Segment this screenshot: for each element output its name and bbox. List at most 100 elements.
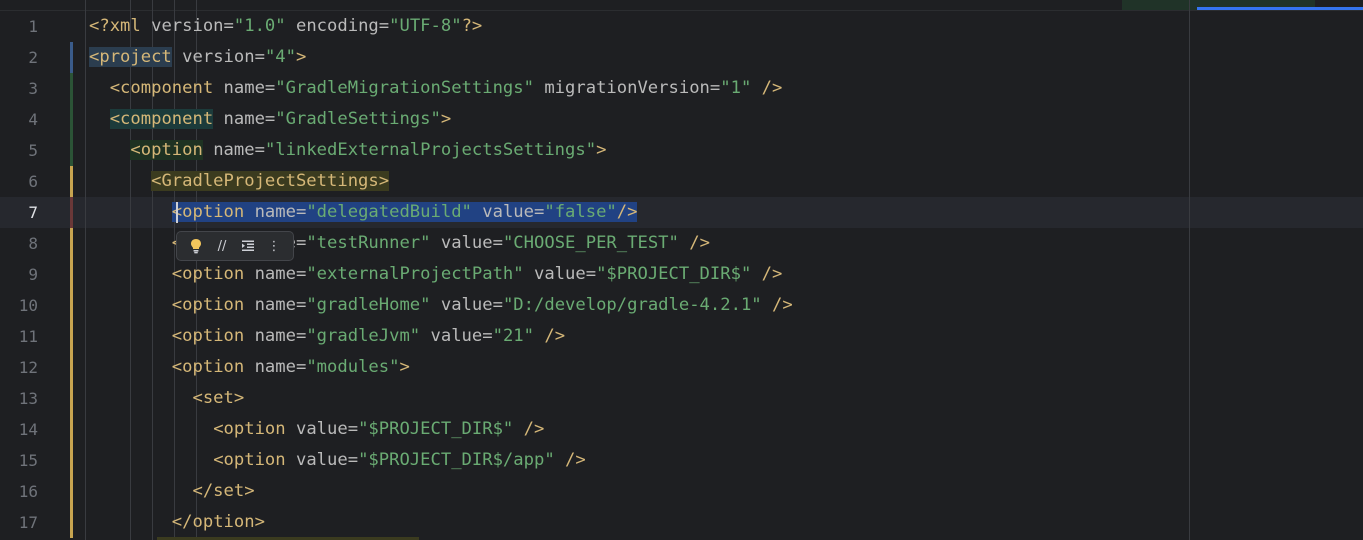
code-token: </option> xyxy=(171,512,265,532)
code-token: /> xyxy=(751,264,783,284)
code-token: "21" xyxy=(492,326,534,346)
code-line[interactable]: <?xml version="1.0" encoding="UTF-8"?> xyxy=(89,11,482,42)
indent-guide xyxy=(85,0,86,540)
code-token: /> xyxy=(616,202,638,222)
code-token: "delegatedBuild" xyxy=(306,202,472,222)
code-line[interactable]: <option name="gradleJvm" value="21" /> xyxy=(89,321,565,352)
line-number[interactable]: 14 xyxy=(0,414,38,445)
line-number[interactable]: 15 xyxy=(0,445,38,476)
code-token: <option xyxy=(171,357,245,377)
line-number[interactable]: 5 xyxy=(0,135,38,166)
line-number[interactable]: 2 xyxy=(0,42,38,73)
code-token: "CHOOSE_PER_TEST" xyxy=(502,233,679,253)
code-token: > xyxy=(596,140,607,160)
change-marker[interactable] xyxy=(70,166,73,197)
line-number[interactable]: 1 xyxy=(0,11,38,42)
code-token: "false" xyxy=(544,202,617,222)
code-token: <set> xyxy=(192,388,245,408)
code-line[interactable]: </option> xyxy=(89,507,265,538)
change-marker[interactable] xyxy=(70,73,73,166)
line-number[interactable]: 12 xyxy=(0,352,38,383)
code-line[interactable]: <option value="$PROJECT_DIR$" /> xyxy=(89,414,544,445)
code-token: "4" xyxy=(264,47,296,67)
code-token: "$PROJECT_DIR$" xyxy=(596,264,752,284)
code-line[interactable]: <option name="linkedExternalProjectsSett… xyxy=(89,135,606,166)
code-token: "GradleSettings" xyxy=(275,109,441,129)
line-number[interactable]: 4 xyxy=(0,104,38,135)
code-token: value= xyxy=(285,419,359,439)
code-token: name= xyxy=(244,326,307,346)
code-token: /> xyxy=(751,78,783,98)
change-marker[interactable] xyxy=(70,42,73,73)
code-token: value= xyxy=(285,450,359,470)
code-token: "testRunner" xyxy=(306,233,431,253)
code-token: <option xyxy=(171,202,245,222)
line-number[interactable]: 6 xyxy=(0,166,38,197)
comment-icon[interactable]: // xyxy=(211,235,233,257)
code-token: <?xml xyxy=(89,16,152,36)
code-line[interactable]: </set> xyxy=(89,476,254,507)
code-token: "GradleMigrationSettings" xyxy=(275,78,534,98)
code-token: "D:/develop/gradle-4.2.1" xyxy=(502,295,762,315)
change-marker[interactable] xyxy=(70,197,73,228)
code-token: /> xyxy=(534,326,566,346)
code-token: name= xyxy=(244,357,307,377)
code-token: <GradleProjectSettings> xyxy=(151,171,390,191)
code-line[interactable]: <option name="gradleHome" value="D:/deve… xyxy=(89,290,793,321)
line-number[interactable]: 17 xyxy=(0,507,38,538)
code-token: <option xyxy=(213,450,286,470)
right-margin-guide xyxy=(1189,0,1190,540)
line-number[interactable]: 8 xyxy=(0,228,38,259)
line-number[interactable]: 16 xyxy=(0,476,38,507)
code-token: /> xyxy=(513,419,545,439)
code-token: version= xyxy=(151,16,234,36)
line-number[interactable]: 9 xyxy=(0,259,38,290)
code-token: "UTF-8" xyxy=(389,16,462,36)
intention-actions-popup[interactable]: // ⋮ xyxy=(176,231,294,261)
code-token: /> xyxy=(761,295,793,315)
code-token: value= xyxy=(523,264,597,284)
code-token: <option xyxy=(213,419,286,439)
code-token: name= xyxy=(244,264,307,284)
code-token: encoding= xyxy=(285,16,390,36)
code-token: value= xyxy=(430,233,503,253)
code-token: /> xyxy=(554,450,586,470)
line-number[interactable]: 10 xyxy=(0,290,38,321)
code-line[interactable]: <option name="modules"> xyxy=(89,352,410,383)
code-token: <option xyxy=(130,140,203,160)
more-vertical-icon[interactable]: ⋮ xyxy=(263,235,285,257)
code-editor[interactable]: 1 2 3 4 5 6 7 8 9 10 11 12 13 14 15 16 17 <?xml version=… xyxy=(0,0,1363,540)
line-number-gutter[interactable]: 1 2 3 4 5 6 7 8 9 10 11 12 13 14 15 16 17 xyxy=(0,0,75,540)
code-line[interactable]: <option name="externalProjectPath" value… xyxy=(89,259,783,290)
code-line[interactable]: <component name="GradleMigrationSettings… xyxy=(89,73,783,104)
code-token: version= xyxy=(171,47,265,67)
code-token: > xyxy=(295,47,307,67)
code-line[interactable]: <option value="$PROJECT_DIR$/app" /> xyxy=(89,445,586,476)
code-line[interactable]: <component name="GradleSettings"> xyxy=(89,104,451,135)
code-line[interactable]: <project version="4"> xyxy=(89,42,306,73)
reformat-icon[interactable] xyxy=(237,235,259,257)
change-marker[interactable] xyxy=(70,228,73,538)
code-token: <project xyxy=(89,47,172,67)
code-line[interactable]: <set> xyxy=(89,383,244,414)
line-number[interactable]: 11 xyxy=(0,321,38,352)
code-token: > xyxy=(440,109,452,129)
line-number[interactable]: 13 xyxy=(0,383,38,414)
code-line[interactable]: <option name="delegatedBuild" value="fal… xyxy=(89,197,638,228)
line-number[interactable]: 7 xyxy=(0,197,38,228)
code-token: <component xyxy=(109,78,214,98)
lightbulb-icon[interactable] xyxy=(185,235,207,257)
code-line[interactable]: <GradleProjectSettings> xyxy=(89,166,390,197)
line-number[interactable]: 3 xyxy=(0,73,38,104)
